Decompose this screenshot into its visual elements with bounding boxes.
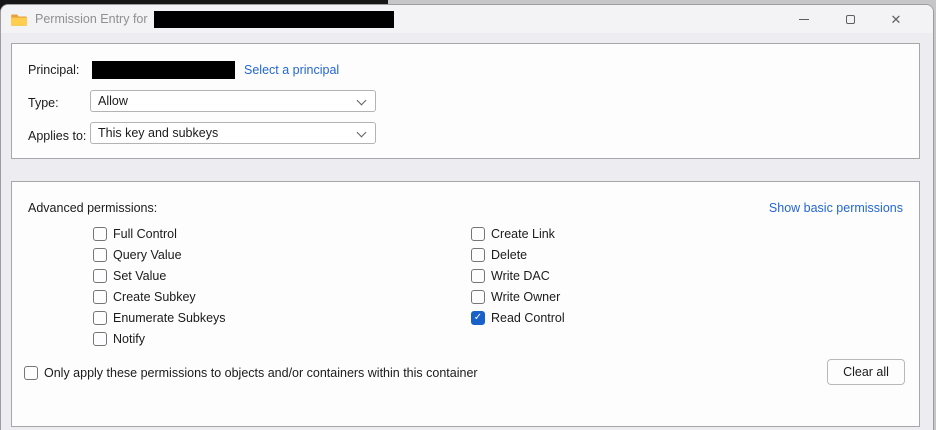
advanced-permissions-heading: Advanced permissions: [28, 201, 157, 215]
only-apply-row: Only apply these permissions to objects … [24, 366, 478, 380]
permission-row: Write DAC [471, 269, 565, 283]
advanced-permissions-right-column: Create Link Delete Write DAC Write Owner ✓ Re… [471, 227, 565, 332]
close-icon: ✕ [891, 13, 902, 26]
select-a-principal-link[interactable]: Select a principal [244, 63, 339, 77]
only-apply-checkbox[interactable] [24, 366, 38, 380]
permission-row: Set Value [93, 269, 226, 283]
advanced-permissions-left-column: Full Control Query Value Set Value Create S… [93, 227, 226, 353]
permission-row: Write Owner [471, 290, 565, 304]
permission-label: Full Control [113, 227, 177, 241]
redacted-title-text [154, 11, 394, 28]
permission-checkbox[interactable] [93, 248, 107, 262]
show-basic-permissions-link[interactable]: Show basic permissions [769, 201, 903, 215]
permission-label: Set Value [113, 269, 166, 283]
permission-label: Delete [491, 248, 527, 262]
minimize-icon [799, 19, 809, 20]
chevron-down-icon [357, 96, 367, 106]
applies-to-dropdown[interactable]: This key and subkeys [90, 122, 376, 144]
permission-row: Delete [471, 248, 565, 262]
principal-label: Principal: [28, 63, 79, 77]
principal-type-panel: Principal: Select a principal Type: Allo… [11, 43, 920, 159]
advanced-permissions-panel: Advanced permissions: Show basic permiss… [11, 181, 920, 427]
title-bar: Permission Entry for ✕ [1, 5, 933, 33]
permission-checkbox[interactable] [93, 311, 107, 325]
permission-row: Full Control [93, 227, 226, 241]
permission-label: Write Owner [491, 290, 560, 304]
maximize-button[interactable] [827, 5, 873, 33]
permission-checkbox[interactable] [93, 290, 107, 304]
permission-checkbox[interactable] [471, 227, 485, 241]
permission-checkbox[interactable] [93, 227, 107, 241]
permission-checkbox[interactable] [93, 269, 107, 283]
permission-label: Write DAC [491, 269, 550, 283]
close-button[interactable]: ✕ [873, 5, 919, 33]
window-controls: ✕ [781, 5, 919, 33]
permission-checkbox[interactable] [471, 290, 485, 304]
type-dropdown[interactable]: Allow [90, 90, 376, 112]
permission-checkbox[interactable] [471, 269, 485, 283]
permission-row: ✓ Read Control [471, 311, 565, 325]
redacted-principal-value [92, 61, 235, 79]
permission-row: Create Link [471, 227, 565, 241]
only-apply-label: Only apply these permissions to objects … [44, 366, 478, 380]
permission-label: Create Subkey [113, 290, 196, 304]
permission-checkbox[interactable] [93, 332, 107, 346]
type-dropdown-value: Allow [98, 94, 128, 108]
minimize-button[interactable] [781, 5, 827, 33]
permission-checkbox-checked[interactable]: ✓ [471, 311, 485, 325]
permission-label: Notify [113, 332, 145, 346]
permission-label: Create Link [491, 227, 555, 241]
permission-label: Read Control [491, 311, 565, 325]
window-title: Permission Entry for [35, 12, 148, 26]
folder-icon [11, 13, 27, 26]
permission-checkbox[interactable] [471, 248, 485, 262]
applies-to-dropdown-value: This key and subkeys [98, 126, 218, 140]
permission-row: Query Value [93, 248, 226, 262]
chevron-down-icon [357, 128, 367, 138]
type-label: Type: [28, 96, 59, 110]
applies-to-label: Applies to: [28, 129, 86, 143]
clear-all-button[interactable]: Clear all [827, 359, 905, 385]
permission-label: Query Value [113, 248, 182, 262]
permission-row: Notify [93, 332, 226, 346]
permission-label: Enumerate Subkeys [113, 311, 226, 325]
permission-row: Create Subkey [93, 290, 226, 304]
permission-entry-dialog: Permission Entry for ✕ Principal: Select… [0, 4, 934, 430]
permission-row: Enumerate Subkeys [93, 311, 226, 325]
maximize-icon [846, 15, 855, 24]
